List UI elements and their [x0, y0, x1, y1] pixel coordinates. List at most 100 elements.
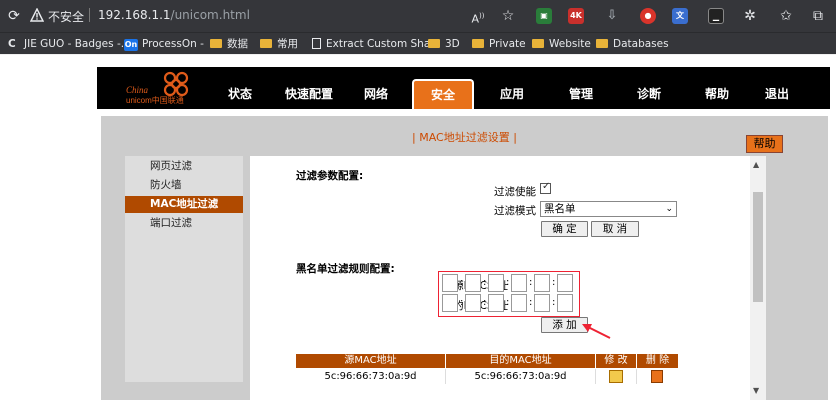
page-title: | MAC地址过滤设置 |: [412, 131, 517, 144]
table-header-dst: 目的MAC地址: [446, 354, 595, 368]
enable-checkbox[interactable]: [540, 181, 551, 194]
src-mac-octet-1[interactable]: [442, 274, 458, 292]
bookmark-label: Website: [549, 38, 591, 50]
nav-status[interactable]: 状态: [228, 85, 252, 102]
extensions-puzzle-icon[interactable]: ✲: [740, 6, 760, 26]
download-ext-icon[interactable]: ⇩: [604, 8, 620, 24]
colon: :: [552, 277, 556, 288]
nav-network[interactable]: 网络: [364, 85, 388, 102]
chevron-down-icon: ⌄: [665, 204, 673, 214]
unicom-knot-icon: [163, 71, 189, 97]
warning-icon[interactable]: [30, 8, 44, 22]
dst-mac-octet-5[interactable]: [534, 294, 550, 312]
enable-label: 过滤使能: [494, 186, 536, 198]
sheets-ext-icon[interactable]: ▣: [536, 8, 552, 24]
bookmark-processon[interactable]: On ProcessOn -: [124, 37, 204, 51]
mode-select[interactable]: 黑名单 ⌄: [540, 201, 677, 217]
colon: :: [506, 297, 510, 308]
scroll-up-icon[interactable]: ▲: [753, 160, 759, 169]
security-label[interactable]: 不安全: [48, 8, 84, 25]
bookmark-label: 常用: [277, 38, 298, 50]
bookmark-folder-3d[interactable]: 3D: [428, 37, 460, 51]
bookmark-folder-common[interactable]: 常用: [260, 37, 298, 51]
url-host: 192.168.1.1: [98, 8, 171, 22]
bookmark-label: Databases: [613, 38, 669, 50]
favorites-bar-icon[interactable]: ✩: [776, 6, 796, 26]
sidebar: 网页过滤 防火墙 MAC地址过滤 端口过滤: [125, 156, 243, 382]
scroll-down-icon[interactable]: ▼: [753, 386, 759, 395]
bookmark-folder-databases[interactable]: Databases: [596, 37, 669, 51]
bookmark-folder-website[interactable]: Website: [532, 37, 591, 51]
table-cell-edit: [596, 369, 637, 384]
sidebar-item-port-filter[interactable]: 端口过滤: [125, 215, 243, 232]
logo-text-unicom: unicom中国联通: [126, 96, 184, 105]
refresh-icon[interactable]: ⟳: [4, 6, 24, 26]
bookmark-folder-private[interactable]: Private: [472, 37, 526, 51]
main-panel: 过滤参数配置: 过滤使能 过滤模式 黑名单 ⌄ 确 定 取 消 黑名单过滤规则配置…: [250, 156, 750, 400]
nav-manage[interactable]: 管理: [569, 85, 593, 102]
src-mac-octet-3[interactable]: [488, 274, 504, 292]
dst-mac-octet-2[interactable]: [465, 294, 481, 312]
url-field[interactable]: 192.168.1.1/unicom.html: [98, 8, 250, 22]
router-header: China unicom中国联通 状态 快速配置 网络 安全 应用 管理 诊断 …: [97, 67, 830, 109]
filter-params-title: 过滤参数配置:: [296, 170, 364, 182]
scrollbar[interactable]: ▲ ▼: [750, 156, 766, 400]
bookmark-extract[interactable]: Extract Custom Sha...: [312, 37, 440, 51]
bookmark-label: Extract Custom Sha...: [326, 38, 441, 50]
src-mac-octet-5[interactable]: [534, 274, 550, 292]
record-ext-icon[interactable]: ●: [640, 8, 656, 24]
folder-icon: [210, 39, 222, 48]
sidebar-item-firewall[interactable]: 防火墙: [125, 177, 243, 194]
mode-label: 过滤模式: [494, 205, 536, 217]
table-cell-dst: 5c:96:66:73:0a:9d: [446, 369, 596, 384]
bookmark-label: JIE GUO - Badges -...: [24, 38, 131, 50]
terminal-ext-icon[interactable]: ▁: [708, 8, 724, 24]
colon: :: [552, 297, 556, 308]
c-icon: C: [8, 38, 16, 50]
src-mac-octet-4[interactable]: [511, 274, 527, 292]
4k-ext-icon[interactable]: 4K: [568, 8, 584, 24]
confirm-button[interactable]: 确 定: [541, 221, 588, 237]
edit-icon[interactable]: [609, 370, 623, 383]
colon: :: [529, 277, 533, 288]
src-mac-octet-6[interactable]: [557, 274, 573, 292]
bookmark-jie-guo[interactable]: C JIE GUO - Badges -...: [8, 37, 131, 51]
folder-icon: [472, 39, 484, 48]
nav-security[interactable]: 安全: [412, 79, 474, 109]
help-button[interactable]: 帮助: [746, 135, 783, 153]
trash-icon[interactable]: [651, 370, 663, 383]
read-aloud-icon[interactable]: A)): [468, 6, 488, 26]
src-mac-octet-2[interactable]: [465, 274, 481, 292]
table-header-edit: 修 改: [596, 354, 636, 368]
dst-mac-octet-4[interactable]: [511, 294, 527, 312]
nav-diagnose[interactable]: 诊断: [637, 85, 661, 102]
table-cell-src: 5c:96:66:73:0a:9d: [296, 369, 446, 384]
dst-mac-octet-1[interactable]: [442, 294, 458, 312]
router-page: China unicom中国联通 状态 快速配置 网络 安全 应用 管理 诊断 …: [0, 55, 836, 400]
logo-text-china: China: [126, 85, 149, 95]
sidebar-item-mac-filter[interactable]: MAC地址过滤: [125, 196, 243, 213]
dst-mac-octet-6[interactable]: [557, 294, 573, 312]
url-path: /unicom.html: [170, 8, 250, 22]
pointer-arrow-icon: [582, 324, 611, 339]
title-bar: | MAC地址过滤设置 | 帮助: [101, 116, 828, 156]
nav-quick-config[interactable]: 快速配置: [285, 85, 333, 102]
folder-icon: [260, 39, 272, 48]
content-frame: | MAC地址过滤设置 | 帮助 网页过滤 防火墙 MAC地址过滤 端口过滤 过…: [101, 116, 828, 400]
nav-apps[interactable]: 应用: [500, 85, 524, 102]
sidebar-item-web-filter[interactable]: 网页过滤: [125, 158, 243, 175]
cancel-button[interactable]: 取 消: [591, 221, 639, 237]
dst-mac-octet-3[interactable]: [488, 294, 504, 312]
table-header-src: 源MAC地址: [296, 354, 445, 368]
colon: :: [460, 277, 464, 288]
scroll-thumb[interactable]: [753, 192, 763, 302]
nav-help[interactable]: 帮助: [705, 85, 729, 102]
collections-icon[interactable]: ⧉: [808, 6, 828, 26]
browser-toolbar: ⟳ 不安全 192.168.1.1/unicom.html A)) ☆ ▣ 4K…: [0, 0, 836, 32]
folder-icon: [596, 39, 608, 48]
bookmark-folder-data[interactable]: 数据: [210, 37, 248, 51]
nav-logout[interactable]: 退出: [765, 85, 789, 102]
translate-ext-icon[interactable]: 文: [672, 8, 688, 24]
on-icon: On: [124, 39, 138, 51]
favorite-icon[interactable]: ☆: [498, 6, 518, 26]
